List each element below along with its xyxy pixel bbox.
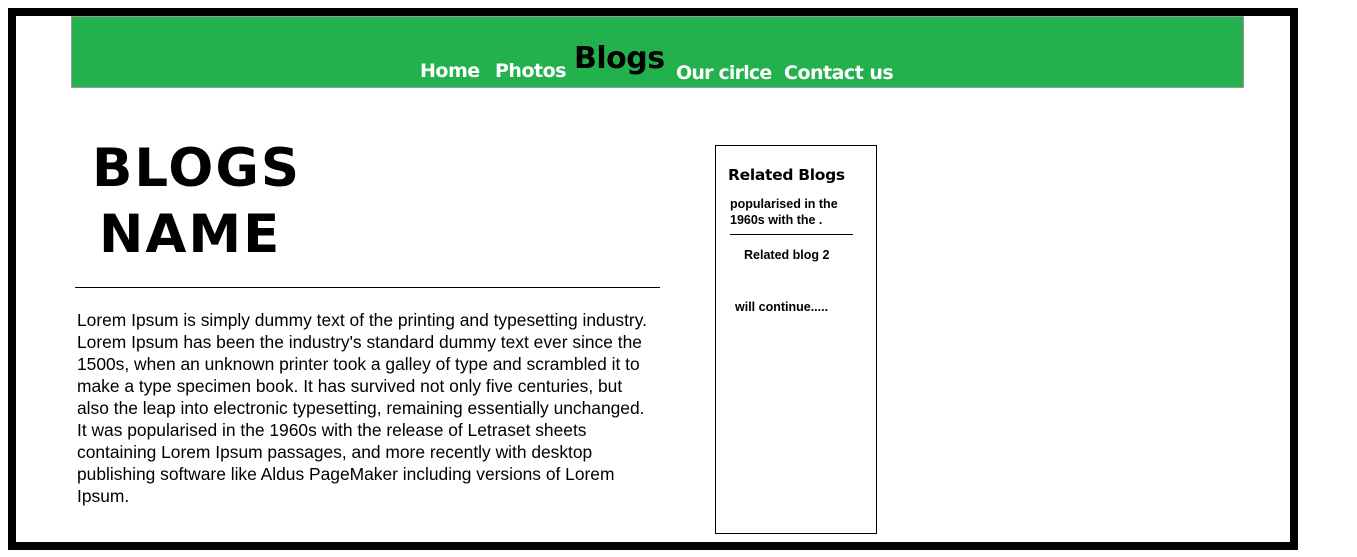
related-blogs-panel: Related Blogs popularised in the 1960s w…: [715, 145, 877, 534]
blog-title: BLOGS NAME: [92, 136, 312, 268]
top-nav-bar: Home Photos Blogs Our cirlce Contact us: [71, 16, 1244, 88]
related-divider: [730, 234, 853, 235]
nav-item-photos[interactable]: Photos: [495, 60, 566, 82]
blog-title-line-2: NAME: [99, 204, 282, 265]
title-divider: [75, 287, 660, 288]
nav-item-home[interactable]: Home: [420, 60, 480, 82]
nav-item-contact-us[interactable]: Contact us: [784, 62, 894, 84]
blog-body-text: Lorem Ipsum is simply dummy text of the …: [77, 310, 647, 506]
nav-item-our-circle[interactable]: Our cirlce: [676, 62, 772, 84]
nav-item-blogs[interactable]: Blogs: [574, 41, 665, 76]
related-blogs-heading: Related Blogs: [728, 166, 845, 184]
related-continue-text: will continue.....: [735, 300, 829, 314]
related-blog-link-1[interactable]: popularised in the 1960s with the .: [730, 196, 865, 228]
blog-title-line-1: BLOGS: [92, 138, 302, 199]
related-blog-link-2[interactable]: Related blog 2: [744, 248, 829, 262]
